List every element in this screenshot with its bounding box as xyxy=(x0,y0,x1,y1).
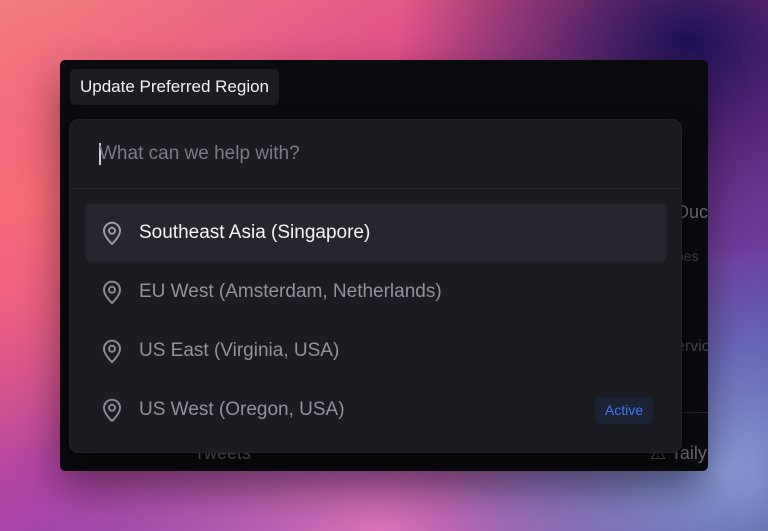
region-item-southeast-asia[interactable]: Southeast Asia (Singapore) xyxy=(85,204,667,262)
region-label: US East (Virginia, USA) xyxy=(139,340,340,361)
page-title: Update Preferred Region xyxy=(70,69,280,105)
region-item-eu-west[interactable]: EU West (Amsterdam, Netherlands) xyxy=(85,263,667,321)
region-item-us-west[interactable]: US West (Oregon, USA) Active xyxy=(85,381,667,439)
map-pin-icon xyxy=(103,280,121,304)
region-item-us-east[interactable]: US East (Virginia, USA) xyxy=(85,322,667,380)
region-list: Southeast Asia (Singapore) EU West (Amst… xyxy=(85,204,667,440)
region-label: US West (Oregon, USA) xyxy=(139,399,345,420)
map-pin-icon xyxy=(103,398,121,422)
app-window: Duc hes ervic Tweets ⚠ Taily Update Pref… xyxy=(60,60,708,471)
background-divider xyxy=(682,412,708,413)
search-bar xyxy=(70,120,681,189)
map-pin-icon xyxy=(103,339,121,363)
active-badge: Active xyxy=(594,397,653,424)
command-palette: Southeast Asia (Singapore) EU West (Amst… xyxy=(69,119,682,453)
gradient-background: Duc hes ervic Tweets ⚠ Taily Update Pref… xyxy=(0,0,768,531)
region-label: Southeast Asia (Singapore) xyxy=(139,222,371,243)
region-label: EU West (Amsterdam, Netherlands) xyxy=(139,281,442,302)
search-input[interactable] xyxy=(99,134,639,174)
map-pin-icon xyxy=(103,221,121,245)
